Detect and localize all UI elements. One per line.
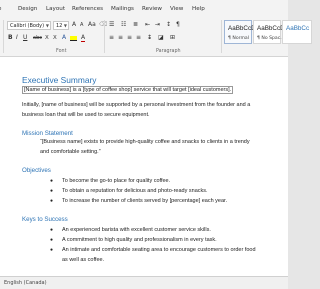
funding-paragraph-line: business loan that will be used to secur… — [22, 112, 150, 118]
italic-button[interactable]: I — [16, 34, 18, 42]
shrink-font-button[interactable]: A — [80, 21, 83, 29]
subscript-button[interactable]: X — [45, 34, 49, 42]
numbering-icon[interactable]: ☷ — [121, 21, 126, 29]
style-name: ¶ Normal — [228, 36, 250, 41]
align-center-icon[interactable]: ≡ — [118, 34, 123, 42]
font-size-select[interactable]: 12 ▼ — [53, 21, 69, 30]
align-left-icon[interactable]: ≡ — [109, 34, 114, 42]
tab-layout[interactable]: Layout — [46, 6, 65, 12]
grow-font-button[interactable]: A — [72, 21, 76, 29]
heading-executive-summary: Executive Summary — [22, 75, 97, 85]
increase-indent-icon[interactable]: ⇥ — [155, 21, 160, 29]
justify-icon[interactable]: ≡ — [136, 34, 141, 42]
group-label-paragraph: Paragraph — [156, 49, 181, 54]
ribbon-divider — [221, 20, 222, 53]
ribbon-divider — [3, 20, 4, 53]
tab-references[interactable]: References — [72, 6, 103, 12]
superscript-button[interactable]: X — [53, 34, 57, 42]
ribbon-divider — [104, 20, 105, 53]
tab-help[interactable]: Help — [192, 6, 205, 12]
underline-button[interactable]: U — [23, 34, 27, 42]
group-label-font: Font — [56, 49, 67, 54]
multilevel-list-icon[interactable]: ≣ — [133, 21, 138, 29]
language-indicator[interactable]: English (Canada) — [4, 280, 47, 286]
chevron-down-icon: ▼ — [45, 23, 49, 28]
change-case-button[interactable]: Aa — [88, 21, 96, 29]
style-heading-1[interactable]: AaBbCc — [282, 20, 312, 44]
bullet-icon: ● — [50, 188, 54, 194]
tab-mailings[interactable]: Mailings — [111, 6, 134, 12]
style-sample: AaBbCc — [286, 25, 310, 32]
bullet-icon: ● — [50, 247, 54, 253]
chevron-down-icon: ▼ — [63, 23, 67, 28]
strikethrough-button[interactable]: abc — [33, 34, 42, 42]
bullet-icon: ● — [50, 227, 54, 233]
mission-quote-line: “[Business name] exists to provide high-… — [40, 139, 250, 145]
style-normal[interactable]: AaBbCcD ¶ Normal — [224, 20, 256, 44]
key-item-continuation: as well as coffee. — [62, 257, 105, 263]
document-page[interactable]: Executive Summary [Name of business] is … — [0, 57, 288, 276]
bullet-icon: ● — [50, 178, 54, 184]
bullet-icon: ● — [50, 237, 54, 243]
style-sample: AaBbCcD — [257, 25, 285, 32]
highlight-icon[interactable] — [70, 36, 77, 41]
style-sample: AaBbCcD — [228, 25, 256, 32]
shading-icon[interactable]: ◪ — [158, 34, 164, 42]
tab-review[interactable]: Review — [142, 6, 162, 12]
style-name: ¶ No Spac... — [257, 36, 285, 41]
key-item: A commitment to high quality and profess… — [62, 237, 217, 243]
status-bar: English (Canada) — [0, 276, 288, 289]
font-size-value: 12 — [56, 23, 63, 29]
show-formatting-icon[interactable]: ¶ — [176, 21, 180, 29]
tab-home[interactable]: e — [0, 6, 1, 12]
align-right-icon[interactable]: ≡ — [127, 34, 132, 42]
intro-paragraph: [Name of business] is a [type of coffee … — [22, 86, 234, 94]
bullet-icon: ● — [50, 198, 54, 204]
key-item: An intimate and comfortable seating area… — [62, 247, 256, 253]
key-item: An experienced barista with excellent cu… — [62, 227, 211, 233]
tab-design[interactable]: Design — [18, 6, 37, 12]
funding-paragraph-line: Initially, [name of business] will be su… — [22, 102, 251, 108]
style-no-spacing[interactable]: AaBbCcD ¶ No Spac... — [253, 20, 285, 44]
heading-mission-statement: Mission Statement — [22, 130, 73, 137]
font-color-button[interactable]: A — [81, 34, 86, 42]
objective-item: To become the go-to place for quality co… — [62, 178, 171, 184]
line-spacing-icon[interactable]: ↨ — [147, 34, 152, 42]
ribbon-tab-bar: e Design Layout References Mailings Revi… — [0, 0, 288, 18]
font-name-value: Calibri (Body) — [10, 23, 45, 29]
heading-keys-to-success: Keys to Success — [22, 216, 68, 223]
objective-item: To obtain a reputation for delicious and… — [62, 188, 208, 194]
tab-view[interactable]: View — [170, 6, 183, 12]
mission-quote-line: and comfortable setting.” — [40, 149, 101, 155]
sort-icon[interactable]: ↕ — [166, 21, 171, 29]
bold-button[interactable]: B — [8, 34, 13, 42]
heading-objectives: Objectives — [22, 167, 51, 174]
borders-icon[interactable]: ⊞ — [170, 34, 175, 42]
bullets-icon[interactable]: ☰ — [109, 21, 114, 29]
font-name-select[interactable]: Calibri (Body) ▼ — [7, 21, 51, 30]
ribbon: Calibri (Body) ▼ 12 ▼ A A Aa ⌫ B I U abc… — [0, 18, 312, 57]
text-effects-icon[interactable]: A — [62, 34, 66, 42]
objective-item: To increase the number of clients served… — [62, 198, 228, 204]
decrease-indent-icon[interactable]: ⇤ — [145, 21, 150, 29]
